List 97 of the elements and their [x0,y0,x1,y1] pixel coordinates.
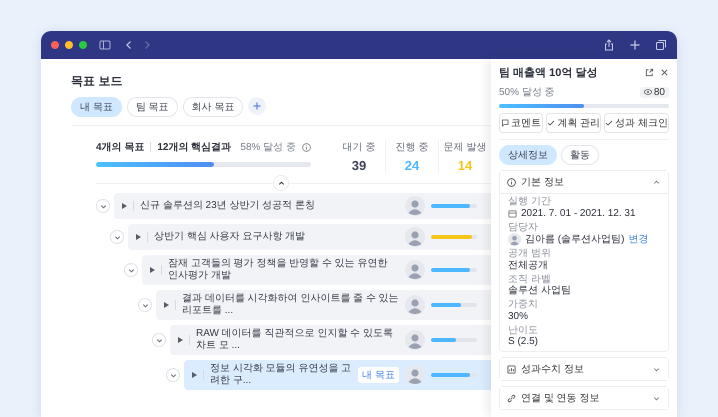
plus-icon[interactable] [253,102,262,110]
caret-icon[interactable] [178,337,183,343]
info-icon[interactable] [302,142,311,152]
plus-icon[interactable] [629,39,641,51]
caret-icon[interactable] [192,372,197,378]
goal-title: 결과 데이터를 시각화하여 인사이트를 줄 수 있는 리포트를 ... [182,293,399,317]
chevron-icon[interactable] [100,202,106,210]
progress-label: 50% 달성 중 [499,86,555,99]
collapse-toggle[interactable] [124,263,138,277]
action-button[interactable]: 성과 체크인 [604,113,669,133]
board-tab[interactable]: 회사 목표 [182,97,244,117]
field-label: 담당자 [508,222,539,233]
progress-label: 58% 달성 중 [240,141,296,154]
board-tab[interactable]: 팀 목표 [126,97,178,117]
external-link-icon[interactable] [645,68,654,77]
field-label: 난이도 [508,324,539,336]
section-header[interactable]: 연결 및 연동 정보 [500,387,668,409]
goal-row[interactable]: 신규 솔루션의 23년 상반기 성공적 론칭 [114,193,491,219]
collapse-toggle[interactable] [138,298,152,312]
field-value: 솔루션 사업팀 [508,285,571,297]
panel-tab[interactable]: 활동 [561,145,599,165]
avatar [405,227,425,247]
caret-icon[interactable] [122,203,127,209]
chevron-icon[interactable] [170,372,176,378]
goal-row[interactable]: 잠재 고객들의 평가 정책을 반영할 수 있는 유연한 인사평가 개발 [142,255,491,285]
goal-row[interactable]: 정보 시각화 모듈의 유연성을 고려한 구... 내 목표 [184,360,491,390]
info-icon [507,178,516,186]
close-icon[interactable] [660,68,669,77]
goal-title: 정보 시각화 모듈의 유연성을 고려한 구... [210,363,352,387]
calendar-icon [508,209,517,218]
stat-label: 대기 중 [342,141,376,154]
field-label: 실행 기간 [508,196,552,208]
share-icon[interactable] [603,39,615,51]
chart-icon [507,364,516,374]
goal-row[interactable]: RAW 데이터를 직관적으로 인지할 수 있도록 차트 모 ... [170,325,491,355]
comment-icon[interactable] [501,119,510,127]
collapse-toggle[interactable] [96,199,110,213]
field-label: 공개 범위 [508,248,552,260]
goal-title: 잠재 고객들의 평가 정책을 반영할 수 있는 유연한 인사평가 개발 [168,258,388,282]
copy-icon[interactable] [655,39,667,51]
avatar [405,295,425,315]
chevron-icon[interactable] [128,266,134,274]
caret-icon[interactable] [136,234,141,240]
objective-count: 4개의 목표 [96,141,144,154]
section-header[interactable]: 기본 정보 [500,171,668,194]
avatar [405,365,425,385]
view-count: 80 [640,86,669,98]
avatar [508,233,521,246]
goal-row[interactable]: 상반기 핵심 사용자 요구사항 개발 [128,224,491,250]
avatar [405,260,425,280]
chevron-icon[interactable] [156,336,162,344]
field-value: 2021. 7. 01 - 2021. 12. 31 [521,208,636,220]
board-tab[interactable]: 내 목표 [71,97,122,117]
chevron-icon[interactable] [278,180,284,186]
goal-title: RAW 데이터를 직관적으로 인지할 수 있도록 차트 모 ... [196,328,394,352]
add-button[interactable] [248,97,266,115]
maximize-dot[interactable] [79,41,87,49]
section-header[interactable]: 성과수치 정보 [500,358,668,380]
link-icon [507,394,516,402]
stat-value: 24 [404,158,420,173]
panel-title: 팀 매출액 10억 달성 [499,66,598,80]
check-icon[interactable] [547,119,556,127]
close-dot[interactable] [51,41,59,49]
goal-tag: 내 목표 [358,367,399,383]
avatar [405,196,425,216]
collapse-toggle[interactable] [110,230,124,244]
stat-label: 진행 중 [394,141,430,154]
field-value: 김아름 (솔루션사업팀) [525,234,624,246]
goal-row[interactable]: 결과 데이터를 시각화하여 인사이트를 줄 수 있는 리포트를 ... [156,290,491,320]
chevron-icon[interactable] [142,302,148,308]
caret-icon[interactable] [164,302,169,308]
stat-label: 문제 발생 [442,141,488,154]
chevron-icon[interactable] [114,234,120,240]
caret-icon[interactable] [150,267,155,273]
minimize-dot[interactable] [65,41,73,49]
stat-value: 14 [456,158,474,173]
field-value: S (2.5) [508,336,538,348]
eye-icon [644,89,652,95]
field-label: 가중치 [508,299,539,310]
goal-title: 상반기 핵심 사용자 요구사항 개발 [154,231,306,243]
collapse-button[interactable] [273,175,289,191]
field-value: 전체공개 [508,260,548,272]
collapse-toggle[interactable] [166,368,180,382]
action-button[interactable]: 계획 관리 [546,113,602,133]
sidebar-icon[interactable] [99,39,111,51]
page-title: 목표 보드 [71,73,124,90]
field-value: 30% [508,310,528,322]
stat-value: 39 [350,158,368,173]
check-icon[interactable] [605,119,614,127]
key-result-count: 12개의 핵심결과 [157,141,232,154]
action-button[interactable]: 코멘트 [499,113,544,133]
panel-tab[interactable]: 상세정보 [499,145,557,165]
field-label: 조직 라벨 [508,274,552,285]
collapse-toggle[interactable] [152,333,166,347]
goal-title: 신규 솔루션의 23년 상반기 성공적 론칭 [140,200,316,212]
avatar [405,330,425,350]
change-link[interactable]: 변경 [628,234,648,246]
